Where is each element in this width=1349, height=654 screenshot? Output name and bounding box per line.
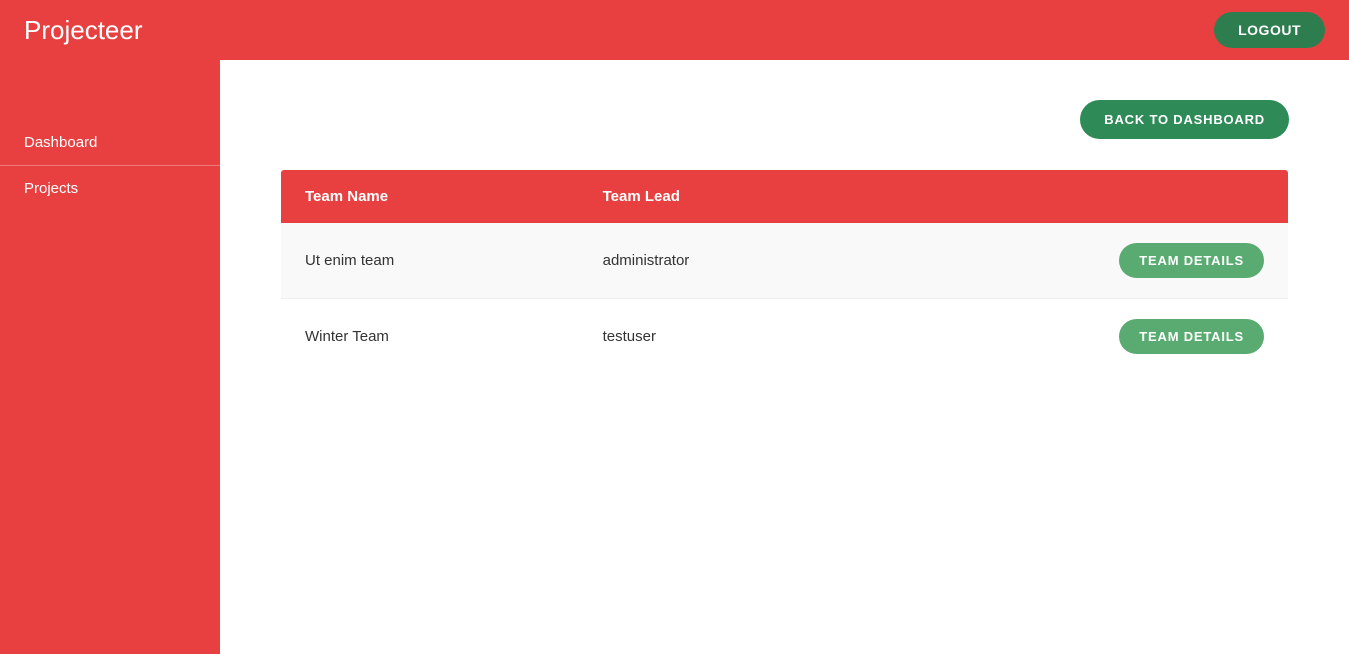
table-header-row: Team Name Team Lead (281, 170, 1289, 224)
logout-button[interactable]: LOGOUT (1214, 12, 1325, 48)
column-team-lead: Team Lead (579, 170, 871, 224)
cell-action: TEAM DETAILS (870, 223, 1288, 299)
sidebar-item-projects[interactable]: Projects (0, 166, 220, 211)
header: Projecteer LOGOUT (0, 0, 1349, 60)
sidebar: Dashboard Projects (0, 60, 220, 654)
team-details-button-1[interactable]: TEAM DETAILS (1119, 319, 1264, 354)
table-row: Winter Teamtestuser TEAM DETAILS (281, 299, 1289, 375)
cell-team-lead: administrator (579, 223, 871, 299)
cell-action: TEAM DETAILS (870, 299, 1288, 375)
table-header: Team Name Team Lead (281, 170, 1289, 224)
team-details-button-0[interactable]: TEAM DETAILS (1119, 243, 1264, 278)
sidebar-item-dashboard[interactable]: Dashboard (0, 120, 220, 166)
cell-team-name: Winter Team (281, 299, 579, 375)
cell-team-lead: testuser (579, 299, 871, 375)
table-row: Ut enim teamadministrator TEAM DETAILS (281, 223, 1289, 299)
content-area: BACK TO DASHBOARD Team Name Team Lead Ut… (220, 60, 1349, 654)
teams-table: Team Name Team Lead Ut enim teamadminist… (280, 169, 1289, 375)
column-team-name: Team Name (281, 170, 579, 224)
cell-team-name: Ut enim team (281, 223, 579, 299)
back-to-dashboard-button[interactable]: BACK TO DASHBOARD (1080, 100, 1289, 139)
app-title: Projecteer (24, 15, 143, 46)
main-layout: Dashboard Projects BACK TO DASHBOARD Tea… (0, 60, 1349, 654)
column-actions (870, 170, 1288, 224)
table-body: Ut enim teamadministratorTEAM DETAILSWin… (281, 223, 1289, 375)
